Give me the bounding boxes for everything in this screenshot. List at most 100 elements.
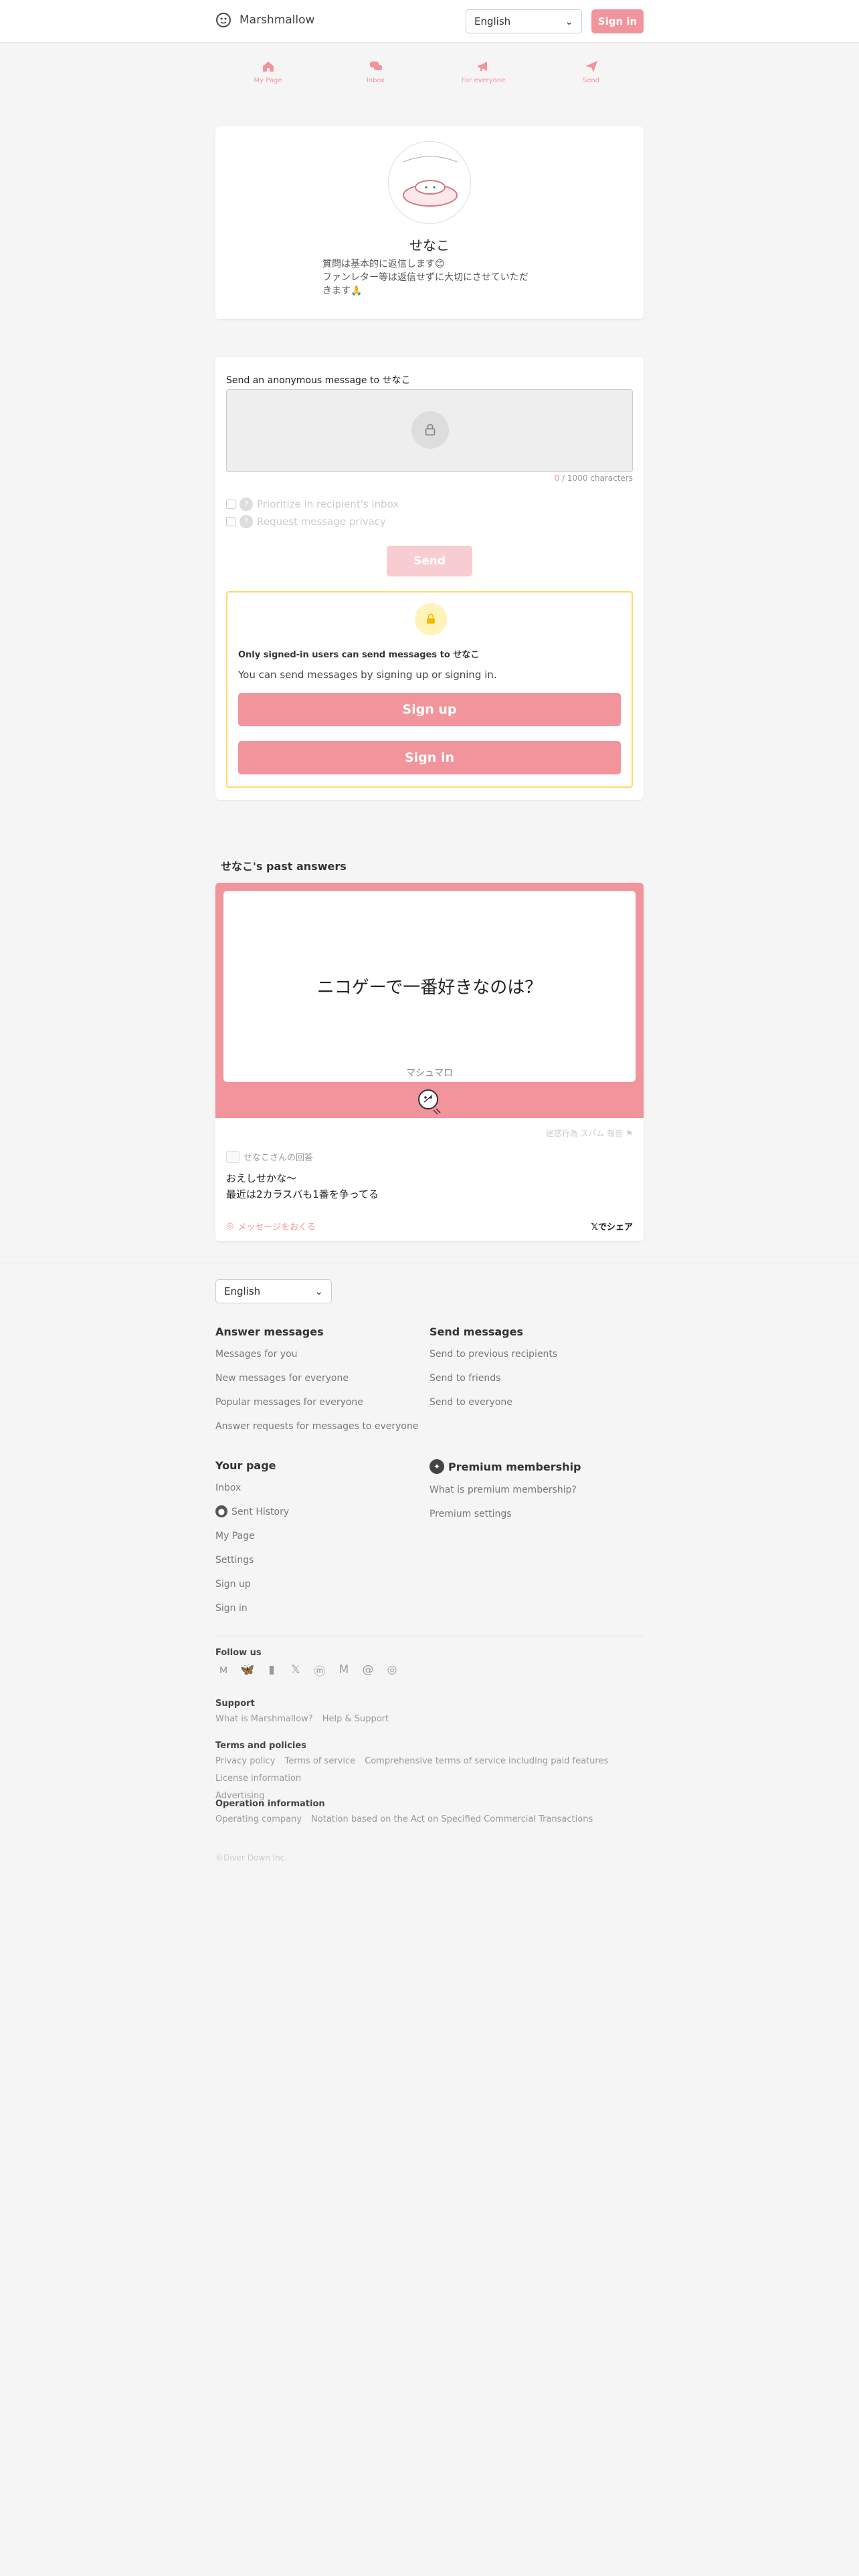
medium-icon[interactable]: M (336, 1662, 352, 1678)
prioritize-checkbox[interactable] (226, 500, 235, 509)
gate-description: You can send messages by signing up or s… (238, 669, 497, 681)
share-label: でシェア (597, 1222, 633, 1232)
answer-author-label: せなこさんの回答 (244, 1153, 314, 1163)
footer-terms-section: Terms and policies Privacy policy Terms … (215, 1741, 644, 1803)
answer-author: せなこさんの回答 (226, 1150, 313, 1163)
footer-your-page-section: Your page Inbox ● Sent History My Page S… (215, 1459, 430, 1626)
send-message-card: Send an anonymous message to せなこ 0 / 100… (215, 357, 644, 800)
nav-my-page[interactable]: My Page (214, 59, 322, 94)
nav-inbox[interactable]: Inbox (322, 59, 430, 94)
privacy-option[interactable]: ? Request message privacy (226, 515, 386, 528)
marshmallow-avatar-icon (403, 156, 458, 207)
footer-link[interactable]: Settings (215, 1553, 430, 1578)
footer-operation-section: Operation information Operating company … (215, 1799, 644, 1826)
note-icon[interactable]: ▮ (264, 1662, 280, 1678)
paper-plane-icon (585, 61, 597, 72)
signup-button[interactable]: Sign up (238, 693, 621, 726)
footer-your-page-heading: Your page (215, 1459, 276, 1472)
share-on-x-button[interactable]: 𝕏でシェア (591, 1220, 634, 1232)
footer-link[interactable]: Notation based on the Act on Specified C… (311, 1813, 593, 1826)
nav-for-everyone-label: For everyone (461, 77, 506, 84)
chevron-down-icon: ⌄ (565, 15, 573, 27)
footer-link[interactable]: Sign in (215, 1602, 430, 1626)
privacy-checkbox[interactable] (226, 517, 235, 526)
question-card[interactable]: ニコゲーで一番好きなのは？ マシュマロ (215, 883, 644, 1118)
profile-card: せなこ 質問は基本的に返信します😊 ファンレター等は返信せずに大切にさせていただ… (215, 126, 644, 319)
footer-link[interactable]: Send to previous recipients (430, 1348, 644, 1372)
footer-send-heading: Send messages (430, 1325, 523, 1338)
flag-icon: ⚑ (626, 1128, 633, 1138)
prioritize-option[interactable]: ? Prioritize in recipient's inbox (226, 498, 399, 511)
footer-language-value: English (224, 1285, 261, 1297)
question-mark-icon[interactable]: ? (240, 515, 253, 528)
instagram-icon[interactable]: ◎ (384, 1662, 400, 1678)
footer-link[interactable]: New messages for everyone (215, 1372, 430, 1396)
footer-link[interactable]: Inbox (215, 1481, 430, 1505)
footer-premium-heading-label: Premium membership (448, 1460, 581, 1473)
profile-name: せなこ (409, 237, 450, 253)
footer-link[interactable]: Privacy policy (215, 1755, 275, 1768)
misskey-icon[interactable]: ᴍ (215, 1662, 231, 1678)
footer-support-heading: Support (215, 1699, 255, 1709)
footer-link[interactable]: Send to friends (430, 1372, 644, 1396)
marshmallow-logo-icon (216, 13, 231, 27)
signin-button[interactable]: Sign in (591, 9, 644, 33)
question-text: ニコゲーで一番好きなのは？ (316, 978, 543, 998)
past-answers-title: せなこ's past answers (221, 860, 347, 873)
x-icon: 𝕏 (591, 1222, 598, 1232)
footer-premium-heading: ✦ Premium membership (430, 1459, 644, 1474)
send-message-link[interactable]: ◎ メッセージをおくる (226, 1220, 316, 1232)
home-icon (262, 62, 274, 72)
footer-link[interactable]: Help & Support (322, 1713, 389, 1726)
lock-icon (411, 411, 449, 449)
footer-link[interactable]: Messages for you (215, 1348, 430, 1372)
footer-link[interactable]: Send to everyone (430, 1396, 644, 1420)
send-button[interactable]: Send (387, 546, 472, 576)
report-label: 迷惑行為 スパム 報告 (545, 1129, 624, 1138)
threads-icon[interactable]: @ (360, 1662, 376, 1678)
footer-link[interactable]: Premium settings (430, 1507, 644, 1531)
x-icon[interactable]: 𝕏 (288, 1662, 304, 1678)
report-link[interactable]: 迷惑行為 スパム 報告 ⚑ (546, 1128, 633, 1139)
footer-answer-section: Answer messages Messages for you New mes… (215, 1325, 430, 1444)
footer-link[interactable]: What is premium membership? (430, 1483, 644, 1507)
footer-link[interactable]: Operating company (215, 1813, 302, 1826)
message-textarea[interactable] (226, 389, 633, 472)
footer-operation-heading: Operation information (215, 1799, 325, 1809)
question-mark-icon[interactable]: ? (240, 498, 253, 511)
send-label: Send an anonymous message to せなこ (226, 375, 411, 386)
logo[interactable]: Marshmallow (214, 11, 314, 29)
footer-link[interactable]: My Page (215, 1529, 430, 1553)
footer-link[interactable]: Sign up (215, 1578, 430, 1602)
nav-inbox-label: Inbox (366, 77, 385, 84)
footer-follow-heading: Follow us (215, 1648, 262, 1658)
footer-link-sent-history[interactable]: ● Sent History (215, 1505, 430, 1529)
app-name: Marshmallow (240, 13, 315, 27)
footer-link[interactable]: Terms of service (284, 1755, 355, 1768)
language-select[interactable]: English ⌄ (466, 9, 582, 33)
nav-send-label: Send (582, 77, 600, 84)
chat-icon (369, 62, 382, 70)
mastodon-icon[interactable]: ⓜ (312, 1662, 328, 1679)
avatar[interactable] (388, 141, 471, 224)
answer-card: ニコゲーで一番好きなのは？ マシュマロ 迷惑行為 スパム 報告 ⚑ せなこさんの… (215, 883, 644, 1241)
footer-link[interactable]: Popular messages for everyone (215, 1396, 430, 1420)
footer-link[interactable]: License information (215, 1772, 301, 1786)
question-inner: ニコゲーで一番好きなのは？ マシュマロ (223, 891, 636, 1082)
lock-icon (415, 603, 447, 635)
nav-send[interactable]: Send (537, 59, 645, 94)
footer-language-select[interactable]: English ⌄ (215, 1279, 332, 1303)
clock-icon: ● (215, 1505, 227, 1517)
nav-for-everyone[interactable]: For everyone (430, 59, 537, 94)
gate-signin-button[interactable]: Sign in (238, 741, 621, 774)
premium-badge-icon: ✦ (430, 1459, 444, 1474)
bluesky-icon[interactable]: 🦋 (240, 1662, 256, 1678)
footer-link[interactable]: Comprehensive terms of service including… (365, 1755, 608, 1768)
gate-title: Only signed-in users can send messages t… (238, 650, 480, 660)
footer-link[interactable]: What is Marshmallow? (215, 1713, 313, 1726)
profile-bio: 質問は基本的に返信します😊 ファンレター等は返信せずに大切にさせていただ きます… (322, 259, 529, 296)
footer-send-section: Send messages Send to previous recipient… (430, 1325, 644, 1420)
signin-required-notice: Only signed-in users can send messages t… (226, 591, 633, 788)
footer-link[interactable]: Answer requests for messages to everyone (215, 1420, 430, 1444)
footer-terms-heading: Terms and policies (215, 1741, 306, 1751)
